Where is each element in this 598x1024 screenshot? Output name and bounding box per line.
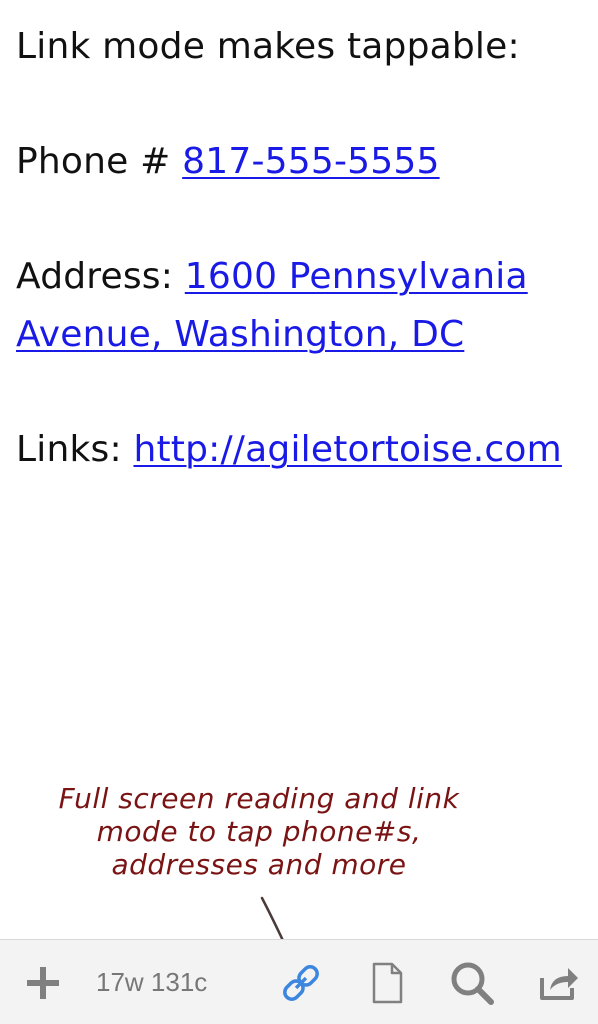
annotation-line-2: mode to tap phone#s, — [96, 815, 422, 848]
address-label: Address: — [16, 256, 185, 297]
search-button[interactable] — [446, 940, 498, 1024]
bottom-toolbar: 17w 131c — [0, 939, 598, 1024]
document-icon — [372, 962, 403, 1003]
phone-label: Phone # — [16, 141, 183, 182]
phone-line: Phone # 817-555-5555 — [16, 133, 586, 191]
document-button[interactable] — [366, 940, 408, 1024]
annotation-line-1: Full screen reading and link — [58, 782, 460, 815]
phone-link[interactable]: 817-555-5555 — [182, 141, 439, 182]
links-line: Links: http://agiletortoise.com — [16, 421, 586, 479]
plus-icon — [27, 966, 59, 999]
annotation-callout: Full screen reading and link mode to tap… — [24, 782, 494, 881]
address-line: Address: 1600 Pennsylvania Avenue, Washi… — [16, 248, 586, 364]
word-char-counter: 17w 131c — [96, 967, 208, 997]
search-icon — [451, 962, 494, 1005]
new-draft-button[interactable] — [22, 940, 64, 1024]
intro-line: Link mode makes tappable: — [16, 26, 520, 67]
share-button[interactable] — [534, 940, 584, 1024]
link-mode-button[interactable] — [276, 940, 326, 1024]
links-label: Links: — [16, 429, 134, 470]
annotation-line-3: addresses and more — [111, 848, 407, 881]
document-content[interactable]: Link mode makes tappable: Phone # 817-55… — [16, 18, 586, 479]
share-icon — [540, 967, 578, 1000]
website-link[interactable]: http://agiletortoise.com — [133, 429, 561, 470]
address-link-part2[interactable]: Avenue, Washington, DC — [16, 314, 464, 355]
address-link-part1[interactable]: 1600 Pennsylvania — [185, 256, 528, 297]
link-icon — [283, 964, 319, 1001]
